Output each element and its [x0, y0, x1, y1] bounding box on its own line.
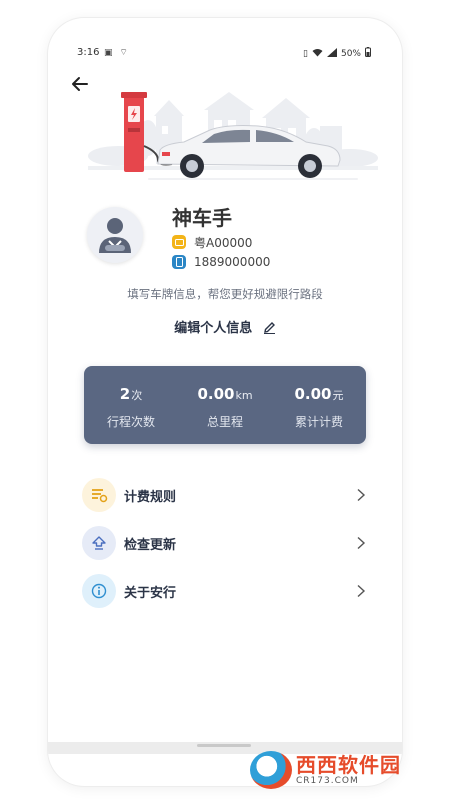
- stat-fees-label: 累计计费: [294, 415, 343, 429]
- stat-fees: 0.00元 累计计费: [272, 366, 366, 444]
- charging-car-illustration: [88, 92, 378, 180]
- chevron-right-icon: [357, 584, 366, 598]
- menu-item-billing-rules[interactable]: 计费规则: [82, 477, 372, 513]
- user-name: 神车手: [172, 206, 232, 230]
- notification-icons: ▣ ⌔: [104, 48, 130, 58]
- stat-trips-unit: 次: [131, 389, 143, 402]
- status-time: 3:16: [77, 47, 100, 58]
- plate-number: 粤A00000: [194, 235, 253, 250]
- stat-fees-unit: 元: [332, 389, 344, 402]
- stat-distance: 0.00km 总里程: [178, 366, 272, 444]
- watermark: 西西软件园 CR173.COM: [250, 748, 430, 792]
- stat-distance-unit: km: [235, 389, 253, 402]
- stat-trips-value: 2: [119, 385, 131, 403]
- back-arrow-icon[interactable]: [70, 74, 90, 94]
- check-update-label: 检查更新: [124, 537, 177, 553]
- menu-item-about[interactable]: 关于安行: [82, 573, 372, 609]
- stat-fees-value: 0.00: [294, 385, 332, 403]
- info-icon: [82, 574, 116, 608]
- pencil-icon: [263, 321, 276, 338]
- wifi-icon: [312, 48, 323, 60]
- stat-trips-label: 行程次数: [106, 415, 155, 429]
- edit-profile-button[interactable]: 编辑个人信息: [48, 317, 402, 338]
- vibrate-icon: ▯: [303, 48, 308, 59]
- battery-icon: [365, 47, 371, 60]
- billing-rules-icon: [82, 478, 116, 512]
- phone-frame: 3:16 ▣ ⌔ ▯ 50% 神车手 粤A00000 1889000000 填写…: [48, 18, 402, 786]
- menu-item-check-update[interactable]: 检查更新: [82, 525, 372, 561]
- avatar[interactable]: [87, 207, 143, 263]
- stat-distance-label: 总里程: [206, 415, 243, 429]
- home-indicator[interactable]: [197, 744, 251, 747]
- plate-row: 粤A00000: [172, 234, 252, 250]
- watermark-logo: [250, 751, 292, 789]
- phone-icon: [172, 255, 186, 269]
- stat-distance-value: 0.00: [197, 385, 235, 403]
- edit-profile-label: 编辑个人信息: [174, 321, 253, 336]
- billing-rules-label: 计费规则: [124, 489, 177, 505]
- chevron-right-icon: [357, 488, 366, 502]
- stats-card: 2次 行程次数 0.00km 总里程 0.00元 累计计费: [84, 366, 366, 444]
- status-right: ▯ 50%: [303, 47, 371, 60]
- watermark-url: CR173.COM: [296, 776, 359, 786]
- signal-icon: [326, 47, 337, 60]
- phone-row: 1889000000: [172, 254, 270, 270]
- plate-icon: [172, 235, 186, 249]
- battery-percent: 50%: [340, 48, 361, 59]
- phone-number: 1889000000: [194, 255, 271, 269]
- chevron-right-icon: [357, 536, 366, 550]
- about-label: 关于安行: [124, 585, 177, 601]
- update-icon: [82, 526, 116, 560]
- stat-trips: 2次 行程次数: [84, 366, 178, 444]
- plate-hint: 填写车牌信息，帮您更好规避限行路段: [127, 287, 323, 301]
- watermark-title: 西西软件园: [296, 753, 401, 777]
- status-bar: 3:16 ▣ ⌔ ▯ 50%: [48, 18, 402, 60]
